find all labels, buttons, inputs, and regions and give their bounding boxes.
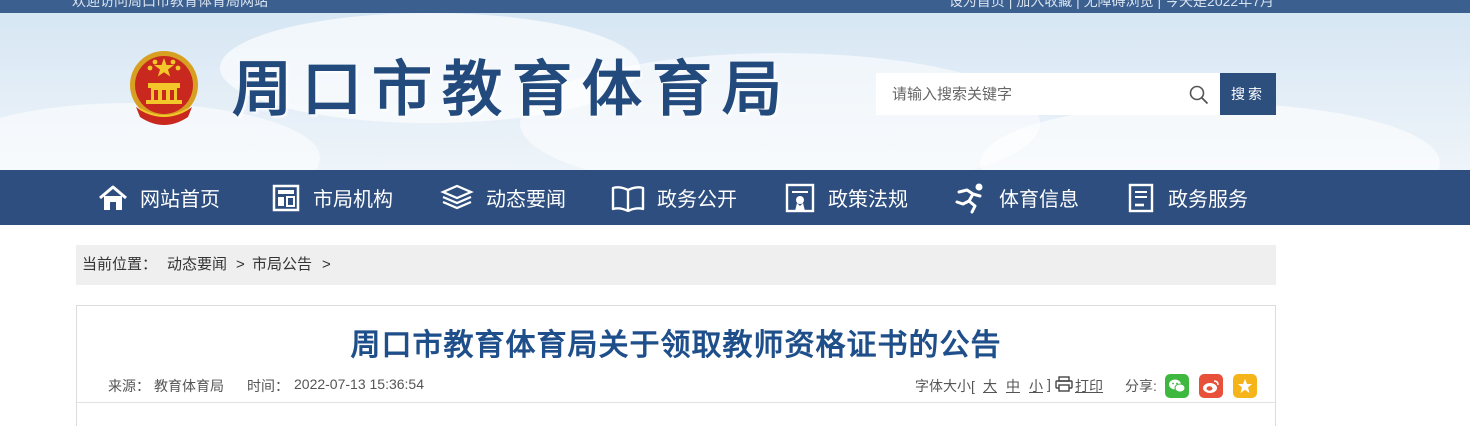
- nav-label: 政务服务: [1168, 189, 1248, 211]
- site-title: 周口市教育体育局: [232, 55, 792, 125]
- star-icon: [1238, 379, 1252, 393]
- nav-item-home[interactable]: 网站首页: [98, 170, 220, 225]
- share-qzone-button[interactable]: [1233, 374, 1257, 398]
- breadcrumb-separator: >: [322, 256, 331, 273]
- breadcrumb-link-announcements[interactable]: 市局公告: [252, 245, 312, 285]
- font-size-label: 字体大小[: [915, 378, 975, 394]
- runner-icon: [955, 183, 983, 213]
- search-box: 搜索: [876, 73, 1276, 115]
- nav-label: 动态要闻: [486, 189, 566, 211]
- font-large-button[interactable]: 大: [983, 376, 997, 396]
- utility-links[interactable]: 设为首页 | 加入收藏 | 无障碍浏览 | 今天是2022年7月: [949, 0, 1274, 11]
- share-wechat-button[interactable]: [1165, 374, 1189, 398]
- nav-item-policy[interactable]: 政策法规: [784, 170, 908, 225]
- wechat-icon: [1169, 379, 1186, 393]
- organization-icon: [272, 184, 300, 211]
- main-nav: 网站首页 市局机构 动态要闻 政务公开 政策法规 体育信息 政务服务: [0, 170, 1470, 225]
- welcome-text: 欢迎访问周口市教育体育局网站: [72, 0, 268, 9]
- source-value: 教育体育局: [154, 378, 224, 394]
- weibo-icon: [1203, 380, 1219, 393]
- open-book-icon: [611, 185, 645, 212]
- breadcrumb-separator: >: [236, 256, 245, 273]
- news-stack-icon: [440, 184, 474, 209]
- share-label: 分享:: [1125, 378, 1157, 394]
- printer-icon[interactable]: [1055, 376, 1073, 392]
- nav-label: 政务公开: [657, 189, 737, 211]
- source-label: 来源：: [108, 378, 150, 394]
- nav-item-sports[interactable]: 体育信息: [953, 170, 1079, 225]
- top-utility-bar: 欢迎访问周口市教育体育局网站 设为首页 | 加入收藏 | 无障碍浏览 | 今天是…: [0, 0, 1470, 13]
- article-panel: 周口市教育体育局关于领取教师资格证书的公告 来源： 教育体育局 时间： 2022…: [76, 305, 1276, 426]
- nav-label: 市局机构: [313, 189, 393, 211]
- nav-item-organization[interactable]: 市局机构: [271, 170, 393, 225]
- breadcrumb-link-news[interactable]: 动态要闻: [167, 245, 227, 285]
- service-document-icon: [1128, 183, 1154, 212]
- nav-item-news[interactable]: 动态要闻: [440, 170, 566, 225]
- time-label: 时间：: [247, 378, 289, 394]
- breadcrumb: 当前位置： 动态要闻 > 市局公告 >: [76, 245, 1276, 285]
- national-emblem-icon: [130, 51, 198, 125]
- article-title: 周口市教育体育局关于领取教师资格证书的公告: [350, 328, 1002, 363]
- search-input[interactable]: [876, 73, 1220, 115]
- policy-document-icon: [785, 183, 815, 212]
- nav-label: 体育信息: [999, 189, 1079, 211]
- print-link[interactable]: 打印: [1075, 376, 1103, 396]
- nav-label: 网站首页: [140, 189, 220, 211]
- font-small-button[interactable]: 小: [1029, 376, 1043, 396]
- search-icon[interactable]: [1188, 84, 1210, 106]
- meta-divider: [77, 402, 1275, 403]
- breadcrumb-label: 当前位置：: [82, 256, 158, 273]
- site-banner: 周口市教育体育局 搜索: [0, 13, 1470, 170]
- nav-item-services[interactable]: 政务服务: [1126, 170, 1248, 225]
- time-value: 2022-07-13 15:36:54: [294, 376, 424, 392]
- nav-label: 政策法规: [828, 189, 908, 211]
- home-icon: [99, 185, 127, 210]
- nav-item-open-affairs[interactable]: 政务公开: [611, 170, 737, 225]
- share-weibo-button[interactable]: [1199, 374, 1223, 398]
- font-size-bracket: ]: [1047, 376, 1051, 392]
- font-medium-button[interactable]: 中: [1006, 376, 1020, 396]
- search-button[interactable]: 搜索: [1220, 73, 1276, 115]
